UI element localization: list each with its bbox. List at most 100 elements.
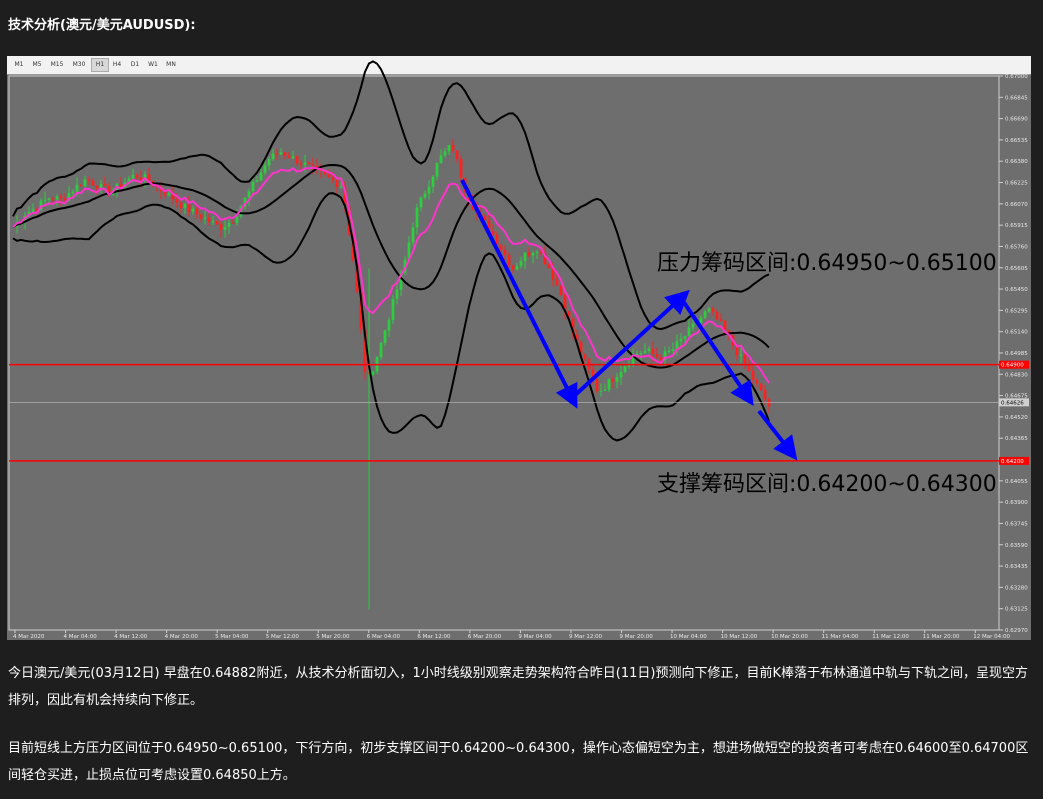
candle-body <box>435 163 439 177</box>
x-tick-label: 10 Mar 04:00 <box>670 634 707 640</box>
y-tick-label: 0.65295 <box>1005 308 1028 314</box>
candle-body <box>599 390 603 392</box>
candle-body <box>619 371 623 378</box>
candle-body <box>311 164 315 166</box>
y-tick-label: 0.64985 <box>1005 351 1028 357</box>
y-tick-label: 0.63280 <box>1005 585 1028 591</box>
candle-body <box>379 342 383 358</box>
candle-body <box>95 185 99 189</box>
candle-body <box>515 266 519 270</box>
candle-body <box>719 319 723 321</box>
candle-body <box>339 186 343 188</box>
candle-body <box>711 308 715 312</box>
candle-body <box>691 323 695 328</box>
candle-body <box>411 227 415 243</box>
trend-arrow <box>757 409 798 461</box>
candle-body <box>431 176 435 187</box>
candle-body <box>415 207 419 228</box>
analysis-paragraph-2: 目前短线上方压力区间位于0.64950~0.65100，下行方向，初步支撑区间于… <box>8 741 1029 783</box>
page-title: 技术分析(澳元/美元AUDUSD): <box>8 18 196 33</box>
candle-body <box>747 364 751 371</box>
x-tick-label: 4 Mar 12:00 <box>114 634 148 640</box>
candle-body <box>611 379 615 382</box>
x-tick-label: 4 Mar 2020 <box>13 634 45 640</box>
candle-body <box>523 252 527 262</box>
candle-body <box>763 390 767 400</box>
y-tick-label: 0.66225 <box>1005 181 1028 187</box>
candle-body <box>607 379 611 390</box>
candle-body <box>199 214 203 219</box>
candle-body <box>655 354 659 358</box>
candle-body <box>287 155 291 159</box>
candle-body <box>91 180 95 186</box>
x-tick-label: 11 Mar 04:00 <box>822 634 859 640</box>
candle-body <box>447 145 451 152</box>
candle-body <box>255 180 259 182</box>
x-tick-label: 11 Mar 20:00 <box>923 634 960 640</box>
candle-body <box>187 203 191 212</box>
y-tick-label: 0.64365 <box>1005 436 1028 442</box>
candle-body <box>595 379 599 392</box>
candle-body <box>527 252 531 256</box>
resistance-annotation: 压力筹码区间:0.64950~0.65100 <box>657 251 997 276</box>
candle-body <box>439 155 443 164</box>
candle-body <box>223 226 227 230</box>
candle-body <box>263 165 267 173</box>
candle-body <box>207 217 211 222</box>
candle-body <box>215 220 219 225</box>
candle-body <box>419 197 423 208</box>
x-tick-label: 11 Mar 12:00 <box>872 634 909 640</box>
x-tick-label: 4 Mar 20:00 <box>165 634 199 640</box>
candle-body <box>715 311 719 320</box>
candle-body <box>327 174 331 178</box>
level-price-label: 0.64900 <box>1001 363 1024 369</box>
candle-body <box>743 354 747 365</box>
current-price-label: 0.64626 <box>1001 400 1024 406</box>
y-tick-label: 0.66380 <box>1005 159 1028 165</box>
candle-body <box>683 336 687 339</box>
x-tick-label: 5 Mar 04:00 <box>215 634 249 640</box>
candle-body <box>191 208 195 212</box>
candle-body <box>103 183 107 186</box>
candle-body <box>303 162 307 165</box>
y-tick-label: 0.64055 <box>1005 479 1028 485</box>
candle-body <box>227 222 231 227</box>
candle-body <box>51 198 55 200</box>
y-tick-label: 0.65605 <box>1005 266 1028 272</box>
price-chart[interactable]: M1 M5 M15 M30 H1 H4 D1 W1 MN 0.67000 0.66845 0.666… <box>7 56 1031 640</box>
x-tick-label: 6 Mar 04:00 <box>367 634 401 640</box>
y-tick-label: 0.63900 <box>1005 500 1028 506</box>
candle-body <box>203 217 207 219</box>
candle-body <box>55 196 59 200</box>
candle-body <box>79 184 83 186</box>
y-tick-label: 0.64830 <box>1005 372 1028 378</box>
x-tick-label: 6 Mar 12:00 <box>417 634 451 640</box>
candle-body <box>59 196 63 199</box>
candle-body <box>651 348 655 355</box>
candle-body <box>335 180 339 187</box>
candle-body <box>383 330 387 343</box>
candle-body <box>443 151 447 156</box>
candle-body <box>623 366 627 372</box>
y-tick-label: 0.66535 <box>1005 138 1028 144</box>
candle-body <box>83 179 87 186</box>
candle-body <box>643 351 647 354</box>
candle-body <box>251 181 255 192</box>
candle-body <box>451 145 455 151</box>
candle-body <box>331 177 335 181</box>
candle-body <box>175 199 179 203</box>
candle-body <box>299 163 303 165</box>
y-tick-label: 0.67000 <box>1005 74 1028 80</box>
x-tick-label: 9 Mar 20:00 <box>620 634 654 640</box>
candle-body <box>267 159 271 166</box>
candle-body <box>547 264 551 269</box>
candle-body <box>75 184 79 192</box>
candle-body <box>43 199 47 201</box>
candle-body <box>503 250 507 256</box>
candle-body <box>555 279 559 286</box>
candle-body <box>179 202 183 208</box>
candle-body <box>459 159 463 179</box>
candle-body <box>519 261 523 267</box>
candle-body <box>671 349 675 351</box>
candle-body <box>231 222 235 224</box>
